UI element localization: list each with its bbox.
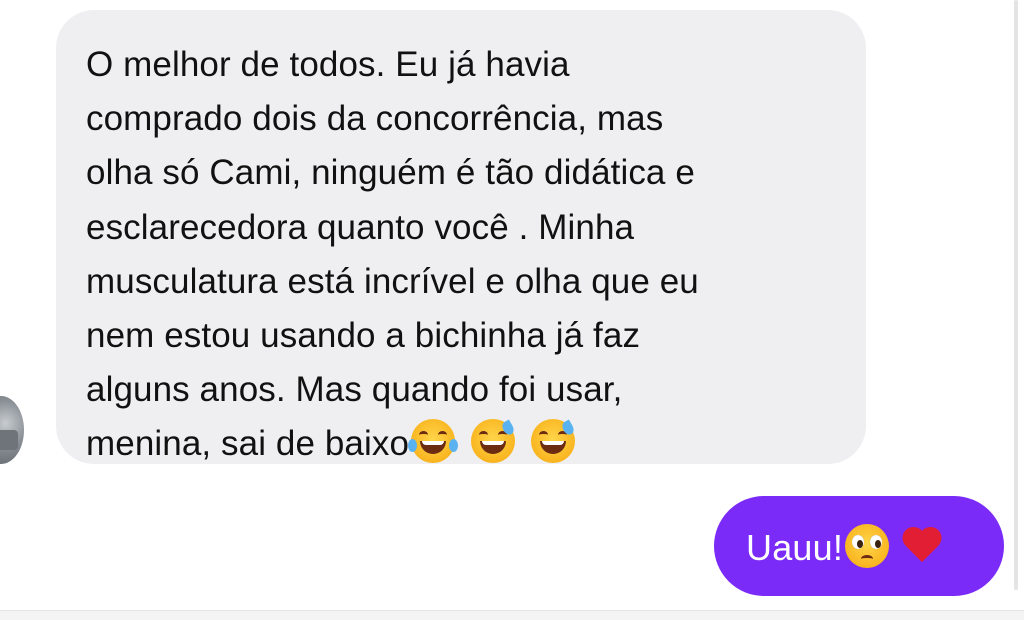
pleading-face-icon [845, 523, 890, 568]
outgoing-message-bubble[interactable]: Uauu! [714, 496, 1004, 596]
grinning-face-with-sweat-icon [531, 419, 576, 464]
message-line-with-emojis: menina, sai de baixo [86, 417, 846, 471]
outgoing-text: Uauu! [746, 526, 844, 568]
incoming-message-bubble[interactable]: O melhor de todos. Eu já havia comprado … [56, 10, 866, 464]
sender-avatar[interactable] [0, 396, 24, 464]
incoming-message-text: O melhor de todos. Eu já havia comprado … [86, 38, 846, 472]
chat-thread: O melhor de todos. Eu já havia comprado … [0, 0, 1024, 620]
message-line: musculatura está incrível e olha que eu [86, 261, 699, 301]
message-line: esclarecedora quanto você . Minha [86, 207, 635, 247]
message-line: olha só Cami, ninguém é tão didática e [86, 153, 695, 193]
face-with-tears-of-joy-icon [408, 419, 459, 464]
message-line: O melhor de todos. Eu já havia [86, 45, 570, 84]
message-line: comprado dois da concorrência, mas [86, 99, 664, 139]
scrollbar[interactable] [1014, 0, 1018, 590]
message-line: alguns anos. Mas quando foi usar, [86, 370, 623, 410]
message-line: menina, sai de baixo [86, 424, 410, 464]
message-line: nem estou usando a bichinha já faz [86, 316, 641, 356]
outgoing-message-text: Uauu! [746, 523, 943, 569]
red-heart-icon [901, 528, 943, 568]
grinning-face-with-sweat-icon [471, 419, 516, 464]
